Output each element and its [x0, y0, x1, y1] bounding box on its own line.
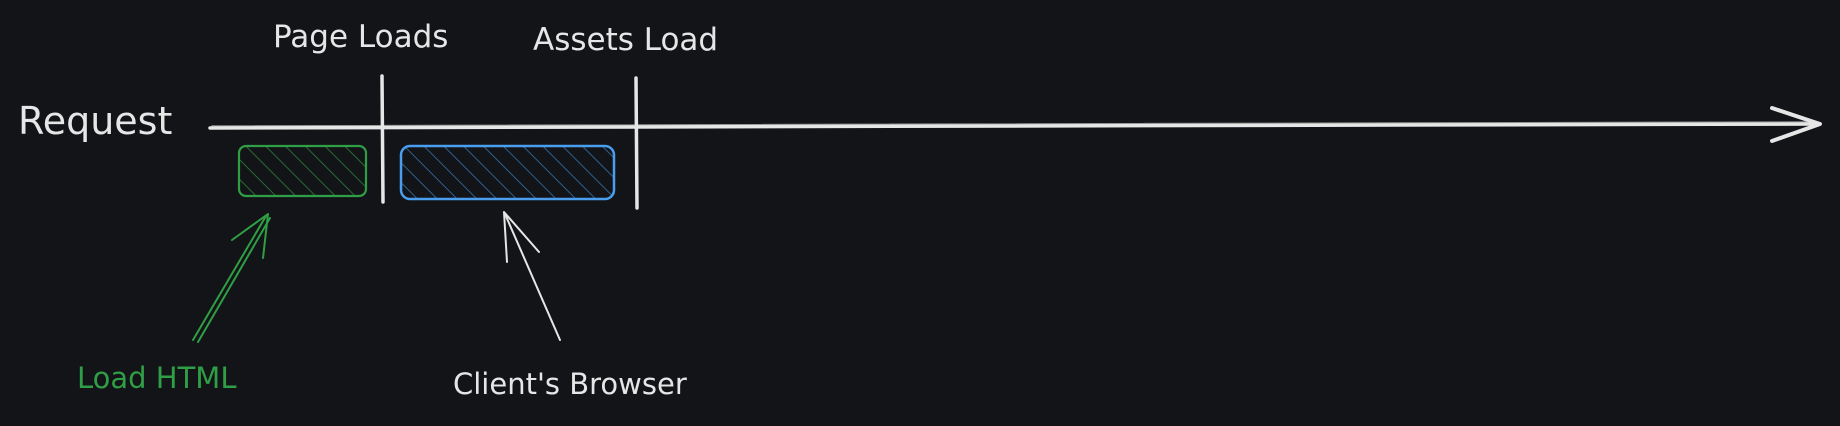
load-html-label: Load HTML [77, 361, 237, 395]
request-label: Request [18, 99, 173, 143]
assets-load-label: Assets Load [533, 22, 719, 58]
page-loads-label: Page Loads [273, 19, 449, 55]
page-loads-marker [380, 74, 385, 204]
load-html-block [237, 144, 368, 198]
load-html-arrow [192, 213, 271, 343]
client-browser-arrow [503, 211, 561, 341]
timeline-diagram [192, 74, 1822, 343]
timeline-arrow [208, 106, 1822, 143]
client-browser-block [399, 144, 616, 201]
client-browser-label: Client's Browser [453, 367, 687, 401]
assets-load-marker [634, 76, 639, 210]
